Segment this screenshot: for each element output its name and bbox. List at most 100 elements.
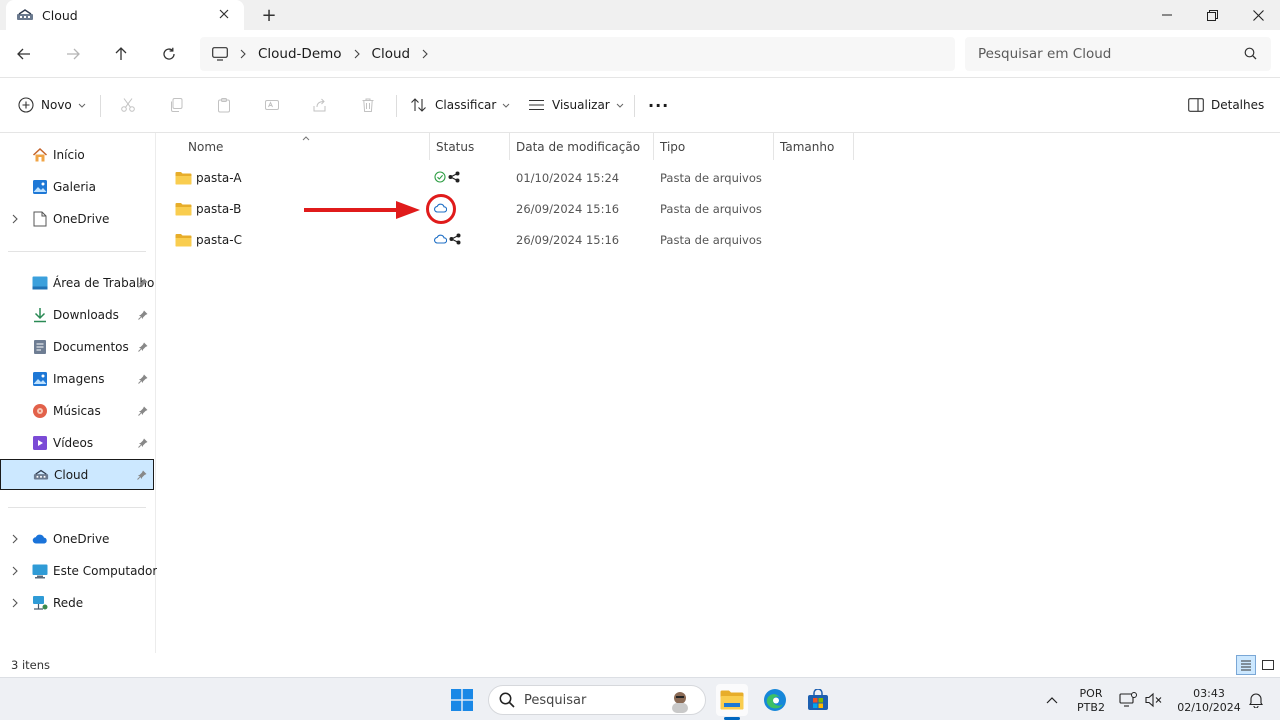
tiles-view-button[interactable] xyxy=(1258,655,1278,675)
view-label: Visualizar xyxy=(552,98,610,112)
sidebar-item-gallery[interactable]: Galeria xyxy=(0,173,154,201)
sidebar-item-onedrive[interactable]: OneDrive xyxy=(0,525,154,553)
sidebar-item-onedrive-personal[interactable]: OneDrive xyxy=(0,205,154,233)
clock[interactable]: 03:43 02/10/2024 xyxy=(1172,687,1246,715)
network-tray-button[interactable] xyxy=(1116,684,1140,716)
refresh-button[interactable] xyxy=(157,42,181,66)
pin-icon[interactable] xyxy=(138,342,148,352)
sort-button[interactable]: Classificar xyxy=(410,94,510,116)
chevron-right-icon[interactable] xyxy=(10,566,20,576)
breadcrumb-cloud[interactable]: Cloud xyxy=(372,46,411,62)
chevron-right-icon[interactable] xyxy=(422,49,428,59)
sidebar-item-documents[interactable]: Documentos xyxy=(0,333,154,361)
details-view-button[interactable] xyxy=(1236,655,1256,675)
start-button[interactable] xyxy=(446,684,478,716)
sidebar-item-network[interactable]: Rede xyxy=(0,589,154,617)
pin-icon[interactable] xyxy=(138,310,148,320)
new-tab-button[interactable]: + xyxy=(258,4,280,26)
column-header-name[interactable]: Nome xyxy=(157,133,430,160)
file-name: pasta-B xyxy=(196,202,242,216)
computer-icon xyxy=(32,563,48,579)
music-icon xyxy=(32,403,48,419)
pin-icon[interactable] xyxy=(137,470,147,480)
up-button[interactable] xyxy=(109,42,133,66)
chevron-right-icon[interactable] xyxy=(10,534,20,544)
notifications-button[interactable] xyxy=(1244,684,1268,716)
chevron-down-icon xyxy=(78,103,86,108)
share-icon[interactable] xyxy=(310,95,330,115)
downloads-icon xyxy=(32,307,48,323)
sidebar-item-downloads[interactable]: Downloads xyxy=(0,301,154,329)
pin-icon[interactable] xyxy=(138,438,148,448)
column-header-status[interactable]: Status xyxy=(430,133,510,160)
cut-icon[interactable] xyxy=(118,95,138,115)
input-language-indicator[interactable]: POR PTB2 xyxy=(1074,687,1108,715)
chevron-right-icon[interactable] xyxy=(10,214,20,224)
table-row[interactable]: pasta-A 01/10/2024 15:24 Pasta de arquiv… xyxy=(170,162,840,193)
copy-icon[interactable] xyxy=(166,95,186,115)
file-explorer-taskbar-button[interactable] xyxy=(716,684,748,716)
volume-muted-icon xyxy=(1145,692,1163,708)
column-header-label: Data de modificação xyxy=(516,139,641,154)
column-header-type[interactable]: Tipo xyxy=(654,133,774,160)
tab-title: Cloud xyxy=(42,7,78,23)
computer-icon[interactable] xyxy=(212,47,228,61)
details-button[interactable]: Detalhes xyxy=(1188,94,1264,116)
details-pane-icon xyxy=(1188,98,1204,112)
close-window-button[interactable] xyxy=(1235,0,1280,30)
table-row[interactable]: pasta-B 26/09/2024 15:16 Pasta de arquiv… xyxy=(170,193,840,224)
breadcrumb-cloud-demo[interactable]: Cloud-Demo xyxy=(258,46,342,62)
cloud-drive-icon xyxy=(33,467,49,483)
search-input[interactable]: Pesquisar em Cloud xyxy=(965,37,1271,71)
sidebar-item-desktop[interactable]: Área de Trabalho xyxy=(0,269,154,297)
table-row[interactable]: pasta-C 26/09/2024 15:16 Pasta de arquiv… xyxy=(170,224,840,255)
address-bar[interactable]: Cloud-Demo Cloud xyxy=(200,37,955,71)
pin-icon[interactable] xyxy=(138,278,148,288)
sidebar-item-pictures[interactable]: Imagens xyxy=(0,365,154,393)
sidebar-item-videos[interactable]: Vídeos xyxy=(0,429,154,457)
forward-button[interactable] xyxy=(61,42,85,66)
volume-tray-button[interactable] xyxy=(1142,684,1166,716)
chevron-right-icon[interactable] xyxy=(354,49,360,59)
more-options-button[interactable]: ... xyxy=(646,92,669,116)
column-header-modified[interactable]: Data de modificação xyxy=(510,133,654,160)
pin-icon[interactable] xyxy=(138,406,148,416)
close-tab-icon[interactable] xyxy=(216,6,232,22)
pin-icon[interactable] xyxy=(138,374,148,384)
modified-date: 26/09/2024 15:16 xyxy=(516,233,620,247)
sidebar-item-home[interactable]: Início xyxy=(0,141,154,169)
clock-date: 02/10/2024 xyxy=(1177,701,1241,714)
search-icon[interactable] xyxy=(1244,47,1257,63)
column-header-label: Tamanho xyxy=(780,139,835,154)
sidebar-item-cloud[interactable]: Cloud xyxy=(0,459,154,490)
paste-icon[interactable] xyxy=(214,95,234,115)
chevron-right-icon[interactable] xyxy=(10,598,20,608)
search-icon xyxy=(499,692,515,708)
bell-icon xyxy=(1249,692,1263,708)
sidebar-item-label: OneDrive xyxy=(53,532,110,546)
chevron-right-icon[interactable] xyxy=(240,49,246,59)
edge-taskbar-button[interactable] xyxy=(759,684,791,716)
back-button[interactable] xyxy=(12,42,36,66)
sidebar-item-music[interactable]: Músicas xyxy=(0,397,154,425)
store-taskbar-button[interactable] xyxy=(802,684,834,716)
status-bar: 3 itens xyxy=(0,653,1280,677)
cloud-only-icon xyxy=(434,234,447,244)
status-cell xyxy=(434,232,461,246)
show-hidden-icons-button[interactable] xyxy=(1036,684,1068,716)
search-placeholder: Pesquisar em Cloud xyxy=(978,46,1112,62)
sidebar-item-this-pc[interactable]: Este Computador xyxy=(0,557,157,585)
delete-icon[interactable] xyxy=(358,95,378,115)
column-header-size[interactable]: Tamanho xyxy=(774,133,854,160)
chevron-down-icon xyxy=(616,103,624,108)
folder-icon xyxy=(175,202,192,219)
new-button[interactable]: Novo xyxy=(18,94,86,116)
navigation-pane: Início Galeria OneDrive Área de Trabalho… xyxy=(0,133,157,653)
minimize-button[interactable] xyxy=(1144,0,1190,30)
rename-icon[interactable] xyxy=(262,95,282,115)
maximize-button[interactable] xyxy=(1189,0,1235,30)
network-status-icon xyxy=(1119,692,1137,708)
tab-cloud[interactable]: Cloud xyxy=(6,0,244,30)
taskbar-search-input[interactable]: Pesquisar xyxy=(488,685,706,715)
view-button[interactable]: Visualizar xyxy=(528,94,624,116)
